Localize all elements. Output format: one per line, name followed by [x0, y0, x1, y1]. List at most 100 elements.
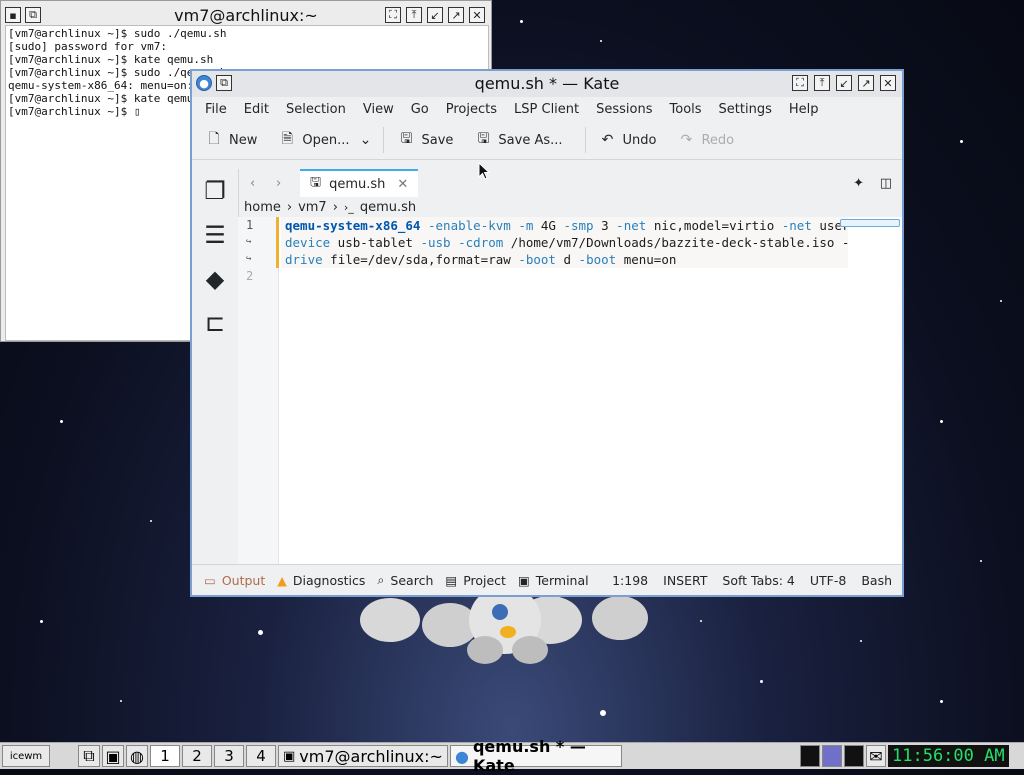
kate-titlebar[interactable]: ● ⧉ qemu.sh * — Kate ⛶ ⤒ ↙ ↗ ✕ [192, 71, 902, 97]
desktop-2-button[interactable]: 2 [182, 745, 212, 767]
menu-go[interactable]: Go [404, 102, 439, 117]
breadcrumb-file[interactable]: qemu.sh [360, 200, 416, 215]
terminal-line: [vm7@archlinux ~]$ sudo ./qemu.sh [8, 27, 227, 40]
clock[interactable]: 11:56:00 AM [888, 745, 1009, 767]
encoding-setting[interactable]: UTF-8 [810, 573, 846, 588]
undo-label: Undo [622, 132, 657, 148]
mascot-graphic [360, 590, 648, 664]
task-terminal[interactable]: ▣ vm7@archlinux:~ [278, 745, 448, 767]
raise-icon[interactable]: ⤒ [814, 75, 830, 91]
cursor-position[interactable]: 1:198 [612, 573, 648, 588]
code-args: device usb-tablet -usb -cdrom /home/vm7/… [285, 235, 850, 250]
menu-edit[interactable]: Edit [237, 102, 279, 117]
fullscreen-icon[interactable]: ⛶ [792, 75, 808, 91]
output-icon: ▭ [204, 572, 216, 588]
open-recent-dropdown[interactable]: ⌄ [357, 132, 373, 148]
menu-view[interactable]: View [356, 102, 404, 117]
minimap-scrollbar[interactable] [840, 219, 900, 227]
undo-icon: ↶ [601, 132, 614, 148]
input-mode[interactable]: INSERT [663, 573, 707, 588]
terminal-line: [vm7@archlinux ~]$ kate qemu.sh [8, 53, 214, 66]
warning-icon: ▲ [277, 572, 287, 588]
open-button[interactable]: 🗎 Open... [279, 131, 350, 148]
task-kate-label: qemu.sh * — Kate [472, 737, 586, 775]
indentation-setting[interactable]: Soft Tabs: 4 [722, 573, 794, 588]
search-button[interactable]: ⌕ Search [377, 572, 433, 588]
terminal-line: [sudo] password for vm7: [8, 40, 167, 53]
task-kate[interactable]: ● qemu.sh * — Kate [450, 737, 622, 775]
main-toolbar: 🗋 New 🗎 Open... ⌄ 🖫 Save 🖫 Save As... ↶ Undo … [192, 121, 902, 160]
new-button[interactable]: 🗋 New [206, 131, 257, 148]
menu-selection[interactable]: Selection [279, 102, 356, 117]
menu-settings[interactable]: Settings [712, 102, 782, 117]
close-icon[interactable]: ✕ [469, 7, 485, 23]
tab-forward-icon[interactable]: › [276, 176, 281, 191]
new-document-icon: 🗋 [208, 131, 220, 147]
raise-icon[interactable]: ⤒ [406, 7, 422, 23]
undo-button[interactable]: ↶ Undo [600, 132, 657, 148]
desktop-4-button[interactable]: 4 [246, 745, 276, 767]
mail-icon[interactable]: ✉ [866, 745, 886, 767]
code-args: drive file=/dev/sda,format=raw -boot d -… [285, 252, 677, 267]
open-label: Open... [302, 132, 350, 148]
output-button[interactable]: ▭ Output [204, 573, 265, 588]
tab-qemu-sh[interactable]: 🖫 qemu.sh ✕ [300, 169, 419, 197]
save-as-button[interactable]: 🖫 Save As... [475, 131, 562, 148]
fullscreen-icon[interactable]: ⛶ [385, 7, 401, 23]
network-monitor-icon[interactable] [822, 745, 842, 767]
symbols-outline-icon[interactable]: ☰ [192, 213, 238, 257]
breadcrumb: home › vm7 › ›_ qemu.sh [238, 197, 902, 217]
syntax-mode[interactable]: Bash [861, 573, 892, 588]
menu-lsp-client[interactable]: LSP Client [507, 102, 589, 117]
desktop-3-button[interactable]: 3 [214, 745, 244, 767]
menu-tools[interactable]: Tools [663, 102, 712, 117]
kate-window[interactable]: ● ⧉ qemu.sh * — Kate ⛶ ⤒ ↙ ↗ ✕ File Edit… [190, 69, 904, 597]
save-button[interactable]: 🖫 Save [398, 131, 454, 148]
close-icon[interactable]: ✕ [880, 75, 896, 91]
cpu-monitor-icon[interactable] [800, 745, 820, 767]
project-button[interactable]: ▤ Project [445, 573, 506, 588]
line-number-gutter: 1 ↪ ↪ 2 [238, 217, 279, 565]
wrap-indicator: ↪ [246, 254, 252, 264]
split-view-icon[interactable]: ◫ [880, 176, 892, 191]
script-icon: ›_ [343, 200, 354, 214]
start-menu-icon[interactable]: icewm [2, 745, 50, 767]
left-sidebar: ❐ ☰ ◆ ⊏ [192, 169, 239, 565]
maximize-icon[interactable]: ↗ [448, 7, 464, 23]
menu-help[interactable]: Help [782, 102, 829, 117]
menu-sessions[interactable]: Sessions [589, 102, 662, 117]
redo-icon: ↷ [680, 132, 693, 148]
menu-projects[interactable]: Projects [439, 102, 507, 117]
browser-launcher-icon[interactable]: ◍ [126, 745, 148, 767]
breadcrumb-vm7[interactable]: vm7 [298, 200, 327, 215]
chevron-right-icon: › [332, 199, 338, 215]
code-area[interactable]: qemu-system-x86_64 -enable-kvm -m 4G -sm… [281, 217, 865, 268]
maximize-icon[interactable]: ↗ [858, 75, 874, 91]
project-tree-icon[interactable]: ⊏ [192, 301, 238, 345]
desktop-1-button[interactable]: 1 [150, 745, 180, 767]
tab-back-icon[interactable]: ‹ [250, 176, 255, 191]
menu-file[interactable]: File [198, 102, 237, 117]
open-document-icon: 🗎 [281, 131, 293, 147]
documents-icon[interactable]: ❐ [192, 169, 238, 213]
diagnostics-button[interactable]: ▲ Diagnostics [277, 573, 365, 588]
close-tab-icon[interactable]: ✕ [397, 177, 408, 192]
wrap-indicator: ↪ [246, 237, 252, 247]
redo-button[interactable]: ↷ Redo [678, 132, 735, 148]
toolbar-separator [584, 127, 586, 153]
memory-monitor-icon[interactable] [844, 745, 864, 767]
save-icon: 🖫 [400, 131, 413, 147]
terminal-button[interactable]: ▣ Terminal [518, 573, 589, 588]
window-list-icon[interactable]: ⧉ [78, 745, 100, 767]
minimize-icon[interactable]: ↙ [836, 75, 852, 91]
minimize-icon[interactable]: ↙ [427, 7, 443, 23]
search-label: Search [390, 572, 434, 588]
git-icon[interactable]: ◆ [192, 257, 238, 301]
terminal-launcher-icon[interactable]: ▣ [102, 745, 124, 767]
toolbar-separator [383, 127, 385, 153]
save-as-icon: 🖫 [477, 131, 490, 147]
code-editor[interactable]: 1 ↪ ↪ 2 qemu-system-x86_64 -enable-kvm -… [238, 217, 902, 565]
quick-open-icon[interactable]: ✦ [853, 176, 864, 191]
status-bar: ▭ Output ▲ Diagnostics ⌕ Search ▤ Project ▣ T… [192, 564, 902, 595]
breadcrumb-home[interactable]: home [244, 200, 281, 215]
